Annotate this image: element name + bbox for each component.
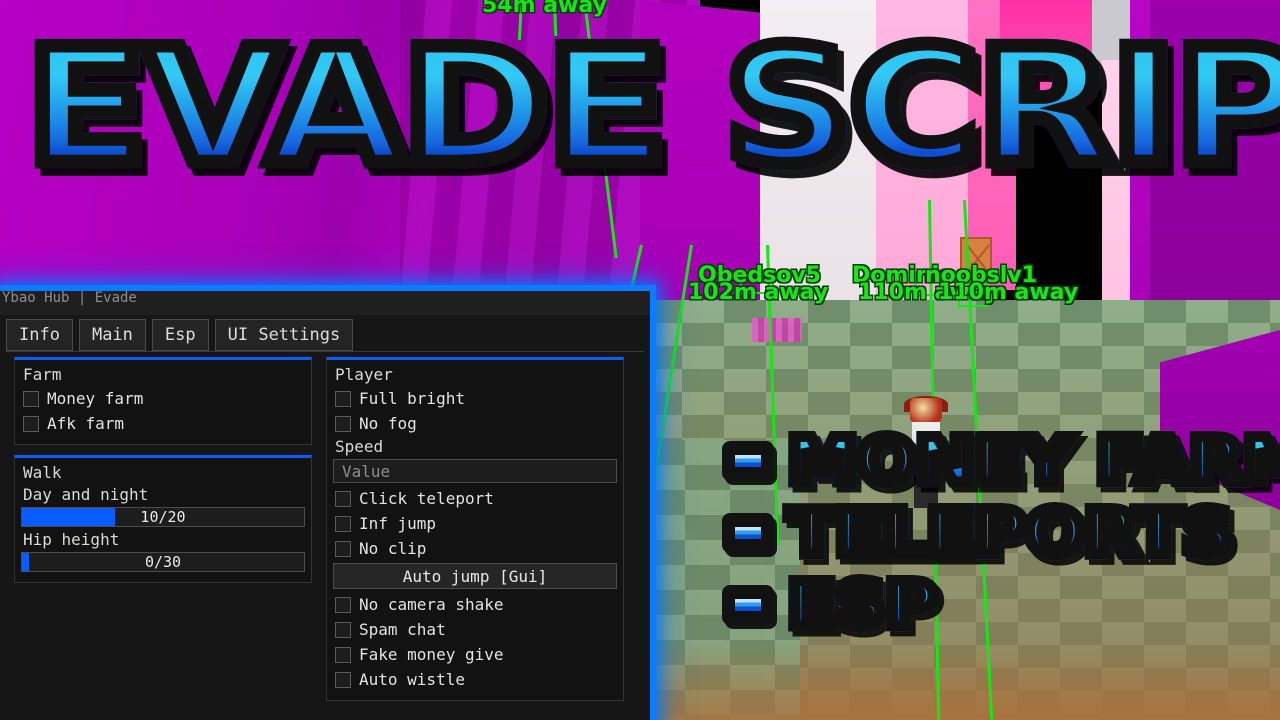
- character-head: [910, 398, 942, 422]
- checkbox-label: No fog: [359, 413, 417, 433]
- slider-value: 0/30: [144, 553, 182, 571]
- tab-main[interactable]: Main: [78, 319, 146, 351]
- feature-label: ESP: [782, 568, 943, 641]
- checkbox-label: Click teleport: [359, 488, 494, 508]
- checkbox-label: No clip: [359, 538, 427, 558]
- label-speed: Speed: [335, 437, 384, 456]
- checkbox-box-icon[interactable]: [335, 671, 351, 688]
- auto-jump-button[interactable]: Auto jump [Gui]: [333, 563, 617, 589]
- slider-label-day-and-night: Day and night: [23, 485, 149, 504]
- checkbox-box-icon[interactable]: [335, 646, 351, 663]
- floor-shading: [640, 640, 1280, 720]
- checkbox-click-teleport[interactable]: Click teleport: [333, 486, 617, 511]
- checkbox-label: Spam chat: [359, 619, 446, 639]
- checkbox-label: Fake money give: [359, 644, 504, 664]
- group-walk: Walk Day and night 10/20 Hip height 0/30: [14, 455, 312, 583]
- checkbox-label: Auto wistle: [359, 669, 465, 689]
- page-title: EVADE SCRIPT: [18, 21, 1280, 194]
- checkbox-box-icon[interactable]: [335, 596, 351, 613]
- checkbox-spam-chat[interactable]: Spam chat: [333, 617, 617, 642]
- gui-inner: Ybao Hub | Evade Info Main Esp UI Settin…: [0, 290, 650, 720]
- group-player: Player Full bright No fog Speed Value Cl…: [326, 357, 624, 701]
- speed-input[interactable]: Value: [333, 459, 617, 483]
- checkbox-no-clip[interactable]: No clip: [333, 536, 617, 561]
- checkbox-inf-jump[interactable]: Inf jump: [333, 511, 617, 536]
- checkbox-label: Money farm: [47, 388, 144, 408]
- list-item: ESP: [722, 568, 1256, 641]
- checkbox-box-icon[interactable]: [335, 390, 351, 407]
- esp-label-distance: 110m away: [938, 280, 1079, 305]
- checkbox-afk-farm[interactable]: Afk farm: [21, 411, 305, 436]
- slider-fill: [22, 553, 30, 571]
- checkbox-no-fog[interactable]: No fog: [333, 411, 617, 436]
- feature-list: MONEY FARM TELEPORTS ESP: [722, 424, 1280, 641]
- esp-label-distance: 54m away: [482, 0, 607, 18]
- checkbox-label: Afk farm: [47, 413, 125, 433]
- tab-bar: Info Main Esp UI Settings: [6, 319, 644, 351]
- tab-esp[interactable]: Esp: [151, 319, 209, 351]
- list-item: MONEY FARM: [722, 424, 1280, 497]
- feature-label: MONEY FARM: [782, 424, 1280, 497]
- checkbox-auto-wistle[interactable]: Auto wistle: [333, 667, 617, 692]
- tab-label: UI Settings: [227, 324, 341, 345]
- tab-info[interactable]: Info: [6, 319, 73, 351]
- checkbox-box-icon[interactable]: [335, 415, 351, 432]
- list-item: TELEPORTS: [722, 496, 1256, 569]
- checkbox-box-icon[interactable]: [335, 540, 351, 557]
- equals-bullet-icon: [722, 441, 774, 481]
- group-title: Farm: [23, 365, 62, 384]
- tab-ui-settings[interactable]: UI Settings: [214, 319, 354, 351]
- checkbox-box-icon[interactable]: [335, 621, 351, 638]
- checkbox-fake-money-give[interactable]: Fake money give: [333, 642, 617, 667]
- pink-crate: [752, 318, 802, 342]
- gui-content: Farm Money farm Afk farm Walk Day and ni…: [14, 357, 636, 714]
- checkbox-label: No camera shake: [359, 594, 504, 614]
- checkbox-box-icon[interactable]: [23, 390, 39, 407]
- checkbox-full-bright[interactable]: Full bright: [333, 386, 617, 411]
- checkbox-label: Inf jump: [359, 513, 437, 533]
- equals-bullet-icon: [722, 513, 774, 553]
- tab-label: Info: [19, 324, 60, 345]
- slider-label-hip-height: Hip height: [23, 530, 120, 549]
- feature-label: TELEPORTS: [782, 496, 1238, 569]
- esp-label-distance: 102m away: [688, 280, 829, 305]
- slider-fill: [22, 508, 116, 526]
- button-label: Auto jump [Gui]: [402, 566, 548, 586]
- group-title: Walk: [23, 463, 62, 482]
- checkbox-box-icon[interactable]: [335, 490, 351, 507]
- slider-hip-height[interactable]: 0/30: [21, 552, 305, 572]
- gui-title-bar[interactable]: Ybao Hub | Evade: [0, 290, 650, 315]
- right-column: Player Full bright No fog Speed Value Cl…: [326, 357, 624, 714]
- slider-value: 10/20: [140, 508, 186, 526]
- checkbox-box-icon[interactable]: [335, 515, 351, 532]
- slider-day-and-night[interactable]: 10/20: [21, 507, 305, 527]
- checkbox-box-icon[interactable]: [23, 415, 39, 432]
- gui-title-text: Ybao Hub | Evade: [2, 290, 137, 306]
- checkbox-money-farm[interactable]: Money farm: [21, 386, 305, 411]
- speed-input-placeholder: Value: [342, 461, 391, 481]
- tab-label: Esp: [164, 324, 196, 345]
- left-column: Farm Money farm Afk farm Walk Day and ni…: [14, 357, 312, 714]
- script-gui-window[interactable]: Ybao Hub | Evade Info Main Esp UI Settin…: [0, 285, 656, 720]
- screenshot-root: 54m away Obedsov5 102m away Dominic 110m…: [0, 0, 1280, 720]
- checkbox-label: Full bright: [359, 388, 465, 408]
- tab-bar-divider: [6, 351, 644, 352]
- group-farm: Farm Money farm Afk farm: [14, 357, 312, 445]
- equals-bullet-icon: [722, 585, 774, 625]
- tab-label: Main: [91, 324, 133, 345]
- checkbox-no-camera-shake[interactable]: No camera shake: [333, 592, 617, 617]
- group-title: Player: [335, 365, 393, 384]
